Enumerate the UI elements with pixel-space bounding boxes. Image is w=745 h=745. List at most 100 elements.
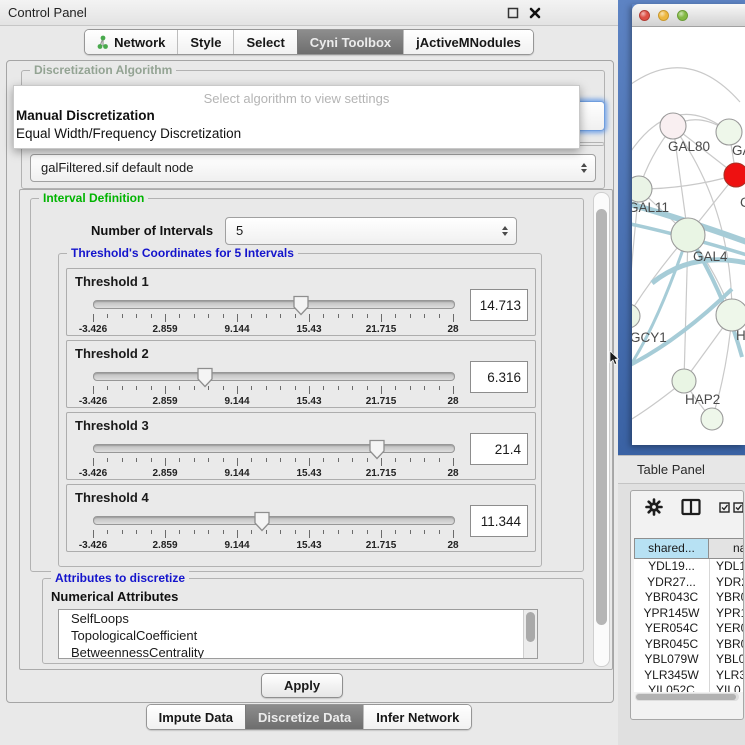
mac-zoom-button[interactable] bbox=[677, 10, 688, 21]
HAP2-node[interactable] bbox=[672, 369, 696, 393]
node-label-gal11: GAL11 bbox=[632, 200, 669, 215]
column-header-shared-[interactable]: shared... bbox=[634, 538, 709, 559]
threshold-value-field[interactable]: 11.344 bbox=[470, 505, 528, 537]
threshold-label: Threshold 2 bbox=[75, 346, 149, 361]
tab-impute-data[interactable]: Impute Data bbox=[147, 705, 245, 729]
slider-ticks bbox=[93, 530, 453, 539]
tab-jactivemnodules[interactable]: jActiveMNodules bbox=[403, 30, 533, 54]
slider-track[interactable] bbox=[93, 300, 455, 309]
thresholds-group: Threshold's Coordinates for 5 Intervals … bbox=[58, 253, 542, 567]
GCY1-node[interactable] bbox=[632, 304, 640, 328]
attribute-list-item[interactable]: TopologicalCoefficient bbox=[59, 627, 537, 644]
table-row[interactable]: YDL19...YDL1 bbox=[634, 559, 743, 575]
GAL80-node[interactable] bbox=[660, 113, 686, 139]
scrollbar-thumb[interactable] bbox=[636, 694, 736, 700]
apply-button[interactable]: Apply bbox=[261, 673, 343, 698]
tab-infer-network[interactable]: Infer Network bbox=[363, 705, 471, 729]
tab-discretize-data[interactable]: Discretize Data bbox=[245, 705, 363, 729]
partial-node[interactable] bbox=[701, 408, 723, 430]
mac-minimize-button[interactable] bbox=[658, 10, 669, 21]
node-label-hap2: HAP2 bbox=[685, 392, 720, 407]
table-row[interactable]: YIL052CYIL0 bbox=[634, 683, 743, 692]
GAL-right-node[interactable] bbox=[716, 119, 742, 145]
slider-tick-labels: -3.4262.8599.14415.4321.71528 bbox=[93, 540, 453, 552]
node-label-c: C bbox=[740, 195, 745, 210]
checkbox-checked-icon[interactable] bbox=[719, 502, 730, 513]
cell-name: YBR0 bbox=[710, 637, 743, 653]
control-panel-tabs: NetworkStyleSelectCyni ToolboxjActiveMNo… bbox=[84, 29, 534, 55]
node-label-ga: GA bbox=[732, 143, 745, 158]
close-panel-icon[interactable] bbox=[529, 7, 541, 19]
tab-style[interactable]: Style bbox=[177, 30, 233, 54]
column-header-na[interactable]: na bbox=[709, 538, 743, 559]
GAL11-node[interactable] bbox=[632, 176, 652, 202]
table-data-select[interactable]: galFiltered.sif default node bbox=[30, 154, 596, 182]
table-row[interactable]: YER054CYER0 bbox=[634, 621, 743, 637]
network-canvas[interactable]: GAL80GACGAL11GAL4GCY1HHAP2 bbox=[632, 27, 745, 445]
threshold-slider[interactable]: -3.4262.8599.14415.4321.71528 bbox=[93, 369, 453, 405]
attribute-list-item[interactable]: SelfLoops bbox=[59, 610, 537, 627]
interval-definition-group: Interval Definition Number of Intervals … bbox=[30, 198, 584, 572]
float-panel-icon[interactable] bbox=[507, 7, 519, 19]
mouse-cursor bbox=[609, 351, 620, 366]
table-panel-title: Table Panel bbox=[637, 456, 705, 483]
threshold-slider[interactable]: -3.4262.8599.14415.4321.71528 bbox=[93, 297, 453, 333]
network-edge bbox=[639, 175, 736, 189]
table-row[interactable]: YDR27...YDR2 bbox=[634, 575, 743, 591]
selected-red-node[interactable] bbox=[724, 163, 745, 187]
network-edge bbox=[632, 289, 732, 367]
slider-thumb[interactable] bbox=[196, 367, 213, 388]
H-node[interactable] bbox=[716, 299, 745, 331]
attribute-list-item[interactable]: BetweennessCentrality bbox=[59, 644, 537, 659]
table-row[interactable]: YBR043CYBR0 bbox=[634, 590, 743, 606]
table-panel: shared...na YDL19...YDL1YDR27...YDR2YBR0… bbox=[618, 484, 745, 745]
number-of-intervals-select[interactable]: 5 bbox=[225, 217, 517, 245]
threshold-value-field[interactable]: 6.316 bbox=[470, 361, 528, 393]
table-row[interactable]: YBL079WYBL0 bbox=[634, 652, 743, 668]
list-scrollbar[interactable] bbox=[523, 610, 537, 658]
panel-title: Control Panel bbox=[8, 0, 87, 25]
slider-tick-labels: -3.4262.8599.14415.4321.71528 bbox=[93, 396, 453, 408]
gear-icon[interactable] bbox=[645, 498, 663, 516]
numerical-attributes-list[interactable]: SelfLoopsTopologicalCoefficientBetweenne… bbox=[58, 609, 538, 659]
slider-track[interactable] bbox=[93, 372, 455, 381]
threshold-label: Threshold 4 bbox=[75, 490, 149, 505]
threshold-value-field[interactable]: 14.713 bbox=[470, 289, 528, 321]
table-row[interactable]: YBR045CYBR0 bbox=[634, 637, 743, 653]
scrollbar-thumb[interactable] bbox=[596, 209, 607, 625]
mac-close-button[interactable] bbox=[639, 10, 650, 21]
network-edge bbox=[684, 235, 688, 381]
slider-thumb[interactable] bbox=[254, 511, 271, 532]
dropdown-option-equal-width[interactable]: Equal Width/Frequency Discretization bbox=[16, 126, 241, 141]
table-row[interactable]: YLR345WYLR3 bbox=[634, 668, 743, 684]
network-edge bbox=[632, 68, 740, 102]
slider-track[interactable] bbox=[93, 516, 455, 525]
cell-name: YER0 bbox=[710, 621, 743, 637]
network-window-titlebar[interactable] bbox=[632, 4, 745, 27]
slider-thumb[interactable] bbox=[292, 295, 309, 316]
cell-shared-name: YLR345W bbox=[634, 668, 710, 684]
scrollbar-thumb[interactable] bbox=[526, 612, 535, 642]
slider-track[interactable] bbox=[93, 444, 455, 453]
tab-cyni-toolbox[interactable]: Cyni Toolbox bbox=[297, 30, 403, 54]
vertical-scrollbar[interactable] bbox=[593, 192, 610, 667]
combo-spinner-icon bbox=[581, 163, 587, 173]
split-view-icon[interactable] bbox=[681, 498, 701, 516]
table-panel-titlebar: Table Panel bbox=[618, 455, 745, 484]
checkbox-checked-icon[interactable] bbox=[733, 502, 744, 513]
settings-scroll-panel: Interval Definition Number of Intervals … bbox=[19, 189, 613, 670]
horizontal-scrollbar[interactable] bbox=[635, 693, 739, 701]
tab-network[interactable]: Network bbox=[85, 30, 177, 54]
threshold-value-field[interactable]: 21.4 bbox=[470, 433, 528, 465]
GAL4-node[interactable] bbox=[671, 218, 705, 252]
dropdown-option-manual[interactable]: Manual Discretization bbox=[16, 108, 155, 123]
slider-thumb[interactable] bbox=[369, 439, 386, 460]
group-title: Discretization Algorithm bbox=[30, 63, 176, 77]
threshold-slider[interactable]: -3.4262.8599.14415.4321.71528 bbox=[93, 441, 453, 477]
tab-select[interactable]: Select bbox=[233, 30, 296, 54]
cyni-mode-tabs: Impute DataDiscretize DataInfer Network bbox=[146, 704, 473, 730]
table-row[interactable]: YPR145WYPR1 bbox=[634, 606, 743, 622]
threshold-panel-2: Threshold 2 -3.4262.8599.14415.4321.71528… bbox=[66, 340, 536, 408]
threshold-slider[interactable]: -3.4262.8599.14415.4321.71528 bbox=[93, 513, 453, 549]
cell-shared-name: YPR145W bbox=[634, 606, 710, 622]
